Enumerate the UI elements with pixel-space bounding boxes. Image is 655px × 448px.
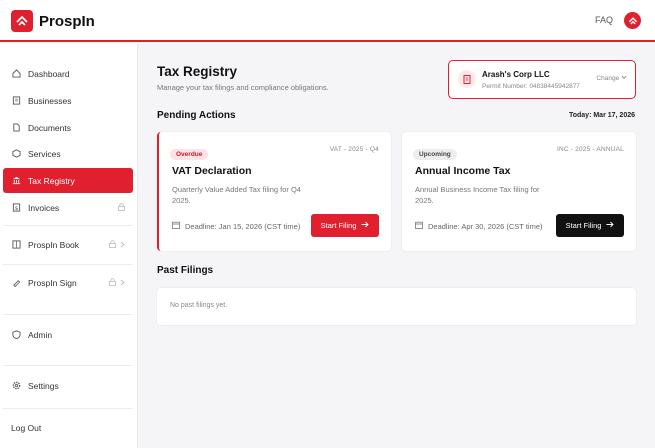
today-date: Today: Mar 17, 2026 [568, 112, 635, 119]
sidebar-item-settings[interactable]: Settings [3, 373, 133, 398]
sidebar-item-label: Dashboard [28, 68, 70, 79]
sidebar-item-label: ProspIn Sign [28, 277, 77, 288]
past-filings-list: No past filings yet. [157, 288, 636, 325]
page-title: Tax Registry [157, 64, 238, 79]
sidebar-item-label: Invoices [28, 202, 60, 213]
filing-code: INC - 2025 - ANNUAL [556, 146, 624, 153]
change-company-button[interactable]: Change [596, 75, 627, 82]
svg-text:$: $ [14, 206, 17, 212]
sidebar-item-services[interactable]: Services [3, 141, 133, 166]
filing-description: Annual Business Income Tax filing for 20… [415, 185, 540, 205]
start-filing-button[interactable]: Start Filing [556, 214, 624, 237]
sidebar-item-label: Documents [28, 122, 71, 133]
sidebar-item-dashboard[interactable]: Dashboard [3, 61, 133, 86]
lock-icon [109, 240, 116, 250]
top-bar: ProspIn FAQ [0, 0, 655, 42]
calendar-icon [172, 221, 180, 231]
faq-link[interactable]: FAQ [595, 15, 613, 25]
gear-icon [11, 381, 21, 391]
building-icon [11, 96, 21, 106]
chevron-down-icon [621, 75, 627, 82]
filing-title: Annual Income Tax [415, 165, 511, 177]
change-label: Change [596, 75, 620, 82]
deadline-text: Deadline: Apr 30, 2026 (CST time) [428, 221, 543, 231]
sidebar-item-label: Settings [28, 380, 59, 391]
sidebar-item-documents[interactable]: Documents [3, 115, 133, 140]
filing-deadline: Deadline: Apr 30, 2026 (CST time) [415, 221, 543, 231]
status-badge: Upcoming [413, 149, 457, 160]
filing-card-income: Upcoming INC - 2025 - ANNUAL Annual Inco… [402, 132, 636, 251]
company-selector[interactable]: Arash's Corp LLC Permit Number: 04838445… [448, 60, 636, 99]
sidebar-item-label: Tax Registry [28, 175, 75, 186]
filing-description: Quarterly Value Added Tax filing for Q4 … [172, 185, 301, 205]
filing-deadline: Deadline: Jan 15, 2026 (CST time) [172, 221, 300, 231]
sidebar-item-prospin-book[interactable]: ProspIn Book [3, 232, 133, 257]
invoice-icon: $ [11, 203, 21, 213]
sidebar-divider [3, 314, 132, 315]
past-filings-title: Past Filings [157, 265, 214, 276]
logo-icon [11, 10, 33, 32]
deadline-text: Deadline: Jan 15, 2026 (CST time) [185, 221, 301, 231]
avatar-logo-icon [628, 16, 637, 24]
calendar-icon [415, 221, 423, 231]
book-icon [11, 240, 21, 250]
start-filing-button[interactable]: Start Filing [311, 214, 379, 237]
sidebar-item-admin[interactable]: Admin [3, 322, 133, 347]
logout-button[interactable]: Log Out [3, 415, 133, 440]
sidebar-divider [3, 264, 132, 265]
sidebar-item-label: Businesses [28, 95, 72, 106]
chevron-right-icon [120, 278, 125, 288]
app-name: ProspIn [39, 12, 95, 30]
sidebar-item-label: Admin [28, 329, 53, 340]
sidebar-item-prospin-sign[interactable]: ProspIn Sign [3, 270, 133, 295]
sidebar-item-invoices[interactable]: $ Invoices [3, 195, 133, 220]
status-badge: Overdue [170, 149, 209, 160]
page-subtitle: Manage your tax filings and compliance o… [157, 83, 329, 92]
app-logo[interactable]: ProspIn [11, 10, 95, 32]
filing-code: VAT - 2025 - Q4 [329, 146, 379, 153]
shield-icon [11, 330, 21, 340]
button-label: Start Filing [565, 221, 602, 230]
sidebar-item-tax-registry[interactable]: Tax Registry [3, 168, 133, 193]
company-icon [458, 70, 476, 88]
sidebar: Dashboard Businesses Documents Services … [0, 44, 138, 448]
sidebar-divider [3, 225, 132, 226]
lock-icon [118, 203, 125, 213]
company-name: Arash's Corp LLC [482, 70, 550, 79]
arrow-right-icon [606, 221, 615, 230]
button-label: Start Filing [320, 221, 357, 230]
sidebar-divider [3, 365, 132, 366]
sidebar-divider [3, 408, 132, 409]
filing-card-vat: Overdue VAT - 2025 - Q4 VAT Declaration … [157, 132, 391, 251]
sidebar-item-label: Log Out [11, 422, 42, 433]
lock-icon [109, 278, 116, 288]
home-icon [11, 69, 21, 79]
sign-icon [11, 278, 21, 288]
document-icon [11, 123, 21, 133]
permit-number: Permit Number: 04838445942877 [482, 83, 580, 90]
chevron-right-icon [120, 240, 125, 250]
arrow-right-icon [361, 221, 370, 230]
filing-title: VAT Declaration [172, 165, 252, 177]
bank-icon [11, 176, 21, 186]
pending-actions-title: Pending Actions [157, 110, 236, 121]
sidebar-item-businesses[interactable]: Businesses [3, 88, 133, 113]
sidebar-item-label: ProspIn Book [28, 239, 80, 250]
empty-state-text: No past filings yet. [170, 302, 228, 309]
box-icon [11, 149, 21, 159]
main-content: Tax Registry Manage your tax filings and… [139, 44, 655, 448]
avatar[interactable] [624, 12, 641, 29]
sidebar-item-label: Services [28, 148, 61, 159]
